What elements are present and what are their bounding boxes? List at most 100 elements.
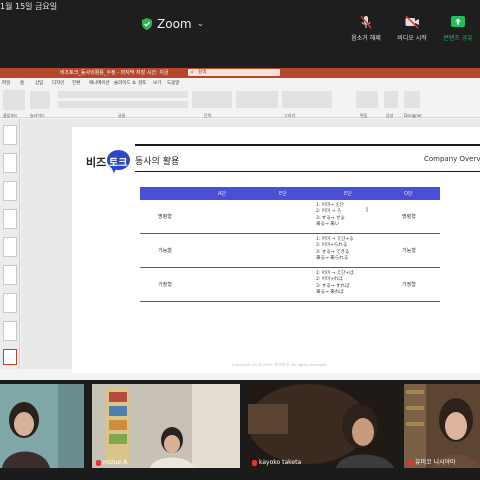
header-cell: A단 xyxy=(218,191,227,197)
participant-video xyxy=(248,384,396,468)
table-row: 명령형 1: 어미→ え단 2: 어미 → ろ 3: する→ せよ 来る→ 来い… xyxy=(140,200,440,234)
date-label: 1월 15일 금요일 xyxy=(0,2,58,11)
ppt-window-title: 비즈토크_동사의활용_수정 - 마지막 저장 시간: 지금 xyxy=(60,70,169,76)
table-row: 가능형 1: 어미 → え단+る 2: 어미+られる 3: する→ できる 来る… xyxy=(140,234,440,268)
row-forms: 1: 어미 → え단+る 2: 어미+られる 3: する→ できる 来る→ 来ら… xyxy=(316,237,354,262)
logo-text-left: 비즈 xyxy=(86,156,107,169)
ppt-ribbon: 클립보드 슬라이드 글꼴 단락 그리기 편집 음성 Designer xyxy=(0,88,480,118)
share-content-label: 콘텐츠 공유 xyxy=(443,35,473,42)
row-result: 가정형 xyxy=(402,282,416,288)
conjugation-table: A단 E단 E단 O단 명령형 1: 어미→ え단 2: 어미 → ろ 3: す… xyxy=(140,187,440,302)
slide-thumbnail[interactable] xyxy=(3,181,17,201)
designer-button[interactable] xyxy=(404,91,420,108)
tab-file[interactable]: 파일 xyxy=(2,80,10,86)
shield-icon xyxy=(142,18,152,30)
app-title: Zoom xyxy=(157,17,192,31)
slide-copyright: Copyright 2018-2019. 비즈토크. All rights re… xyxy=(232,362,328,367)
tab-review[interactable]: 검토 xyxy=(138,80,146,86)
table-row: 가정형 1: 어미 → え단+ば 2: 어미+れば 3: する→ すれば 来る→… xyxy=(140,268,440,302)
mic-muted-icon xyxy=(360,15,372,29)
start-video-label: 비디오 시작 xyxy=(397,35,427,42)
header-cell: O단 xyxy=(404,191,413,197)
tab-slideshow[interactable]: 슬라이드 쇼 xyxy=(114,80,136,86)
header-cell: E단 xyxy=(344,191,352,197)
shapes-gallery[interactable] xyxy=(236,91,278,108)
unmute-button[interactable]: 음소거 해제 xyxy=(340,14,392,42)
row-forms: 1: 어미 → え단+ば 2: 어미+れば 3: する→ すれば 来る→ 来れば xyxy=(316,271,354,296)
ppt-title-bar: 비즈토크_동사의활용_수정 - 마지막 저장 시간: 지금 ⌕ 검색 xyxy=(0,68,480,78)
chevron-down-icon: ⌄ xyxy=(196,19,205,29)
participant-name: 유미코 니시야마 xyxy=(408,457,456,466)
start-video-button[interactable]: 비디오 시작 xyxy=(386,14,438,42)
tab-animation[interactable]: 애니메이션 xyxy=(89,80,110,86)
participant-name: kayoko taketa xyxy=(252,459,301,466)
row-result: 가능형 xyxy=(402,248,416,254)
row-forms: 1: 어미→ え단 2: 어미 → ろ 3: する→ せよ 来る→ 来い xyxy=(316,203,346,228)
header-rule-bottom xyxy=(135,171,480,172)
zoom-window: 1월 15일 금요일 Zoom ⌄ 음소거 해제 비디오 시작 콘텐츠 공유 비… xyxy=(0,0,480,480)
tab-transition[interactable]: 전환 xyxy=(72,80,80,86)
slide-thumbnail[interactable] xyxy=(3,321,17,341)
font-format-controls[interactable] xyxy=(58,101,188,108)
slide-thumbnail-pane xyxy=(0,119,20,369)
row-name: 가정형 xyxy=(158,282,172,288)
font-controls[interactable] xyxy=(58,91,188,98)
zoom-title[interactable]: Zoom ⌄ xyxy=(142,17,204,31)
slide-thumbnail[interactable] xyxy=(3,153,17,173)
mic-muted-icon xyxy=(96,459,101,466)
logo-bubble-tail xyxy=(111,167,117,173)
paste-button[interactable] xyxy=(3,90,25,110)
participant-name-text: mizue A xyxy=(103,459,128,466)
unmute-label: 음소거 해제 xyxy=(351,35,381,42)
participant-gallery: mizue A kayoko taketa 유미코 니시야마 xyxy=(0,380,480,480)
slide-thumbnail[interactable] xyxy=(3,125,17,145)
search-placeholder: 검색 xyxy=(198,70,207,75)
participant-video xyxy=(92,384,240,468)
ppt-ribbon-tabs: 파일 홈 삽입 디자인 전환 애니메이션 슬라이드 쇼 검토 보기 도움말 xyxy=(0,78,480,88)
arrange-controls[interactable] xyxy=(282,91,332,108)
mic-muted-icon xyxy=(252,459,257,466)
slide-canvas[interactable]: 비즈 토크 동사의 활용 Company Overview A단 E단 E단 O… xyxy=(72,127,480,373)
slide-thumbnail[interactable] xyxy=(3,237,17,257)
participant-name: mizue A xyxy=(96,459,127,466)
tab-view[interactable]: 보기 xyxy=(153,80,161,86)
edit-controls[interactable] xyxy=(356,91,378,108)
participant-name-text: kayoko taketa xyxy=(259,459,302,466)
slide-thumbnail-selected[interactable] xyxy=(3,349,17,365)
group-designer: Designer xyxy=(404,113,422,118)
slide-thumbnail[interactable] xyxy=(3,293,17,313)
mic-muted-icon xyxy=(408,459,413,466)
table-header: A단 E단 E단 O단 xyxy=(140,187,440,200)
tab-design[interactable]: 디자인 xyxy=(52,80,64,86)
participant-tile[interactable]: kayoko taketa xyxy=(248,384,396,468)
text-cursor-icon: I xyxy=(366,206,369,214)
new-slide-button[interactable] xyxy=(30,91,50,109)
company-overview-label: Company Overview xyxy=(424,155,480,163)
paragraph-controls[interactable] xyxy=(192,91,232,108)
participant-tile[interactable]: 유미코 니시야마 xyxy=(404,384,480,468)
dictate-button[interactable] xyxy=(384,91,398,108)
tab-help[interactable]: 도움말 xyxy=(167,80,179,86)
row-name: 가능형 xyxy=(158,248,172,254)
header-cell: E단 xyxy=(279,191,287,197)
slide-thumbnail[interactable] xyxy=(3,209,17,229)
header-rule-top xyxy=(135,144,480,146)
participant-name-text: 유미코 니시야마 xyxy=(415,459,456,466)
participant-tile[interactable] xyxy=(0,384,84,468)
row-name: 명령형 xyxy=(158,214,172,220)
ppt-search-box[interactable]: ⌕ 검색 xyxy=(188,69,280,76)
tab-home[interactable]: 홈 xyxy=(20,80,24,86)
participant-tile[interactable]: mizue A xyxy=(92,384,240,468)
biztalk-logo: 비즈 토크 xyxy=(86,149,130,175)
slide-title: 동사의 활용 xyxy=(135,157,180,167)
zoom-top-bar: 1월 15일 금요일 Zoom ⌄ 음소거 해제 비디오 시작 콘텐츠 공유 xyxy=(0,0,480,68)
share-screen-icon xyxy=(451,16,465,27)
camera-off-icon xyxy=(405,15,419,29)
participant-video xyxy=(0,384,84,468)
participant-video xyxy=(404,384,480,468)
tab-insert[interactable]: 삽입 xyxy=(35,80,43,86)
row-result: 명령형 xyxy=(402,214,416,220)
slide-thumbnail[interactable] xyxy=(3,265,17,285)
share-content-button[interactable]: 콘텐츠 공유 xyxy=(432,14,480,42)
search-icon: ⌕ xyxy=(191,69,194,75)
